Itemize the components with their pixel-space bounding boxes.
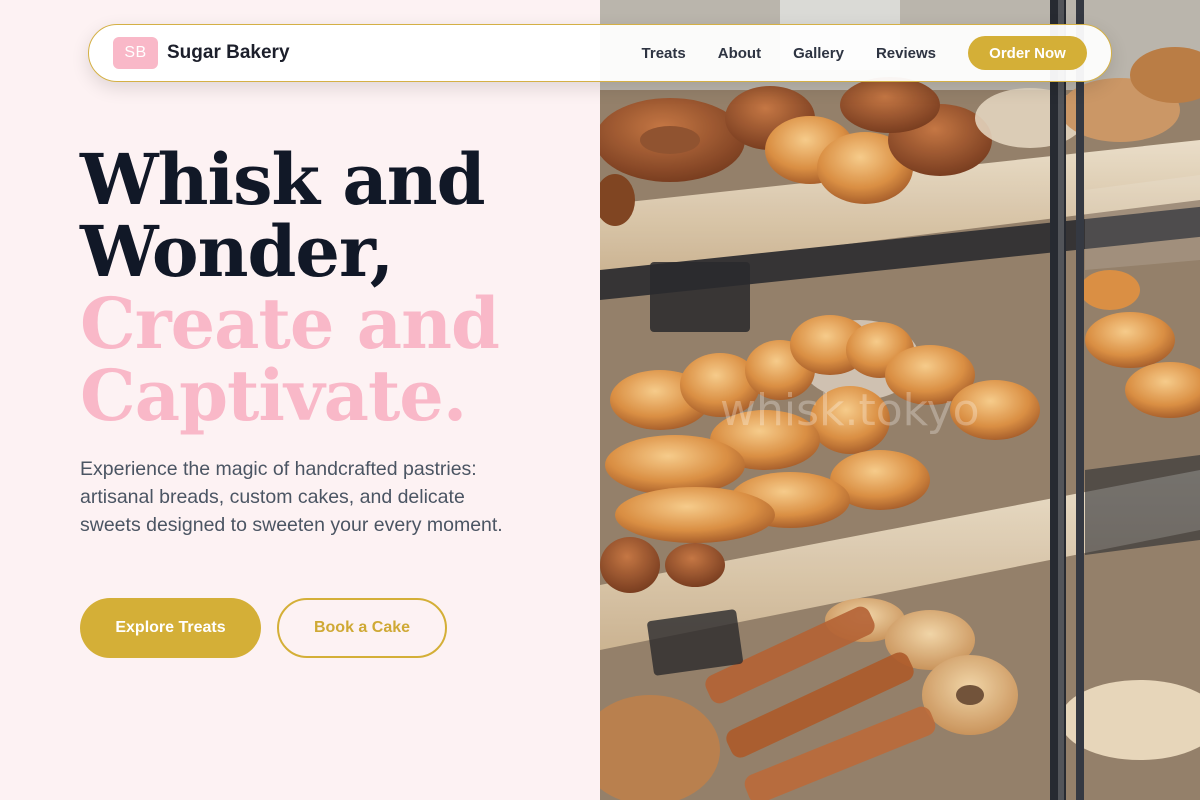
book-a-cake-button[interactable]: Book a Cake xyxy=(277,598,447,658)
nav-link-reviews[interactable]: Reviews xyxy=(876,45,936,62)
brand-name[interactable]: Sugar Bakery xyxy=(167,42,290,64)
top-navigation: SB Sugar Bakery Treats About Gallery Rev… xyxy=(88,24,1112,82)
logo-badge[interactable]: SB xyxy=(113,37,158,69)
hero-bakery-image: whisk.tokyo xyxy=(600,0,1200,800)
bakery-display-case-image: whisk.tokyo xyxy=(600,0,1200,800)
order-now-button[interactable]: Order Now xyxy=(968,36,1087,70)
explore-treats-button[interactable]: Explore Treats xyxy=(80,598,261,658)
hero-description: Experience the magic of handcrafted past… xyxy=(80,458,503,536)
hero-headline: Whisk and Wonder, Create and Captivate. xyxy=(80,138,500,437)
headline-line-4: Captivate. xyxy=(80,354,467,437)
headline-line-3: Create and xyxy=(80,282,500,365)
headline-line-1: Whisk and xyxy=(80,138,486,221)
nav-link-about[interactable]: About xyxy=(718,45,761,62)
nav-links: Treats About Gallery Reviews Order Now xyxy=(642,36,1087,70)
nav-link-treats[interactable]: Treats xyxy=(642,45,686,62)
nav-link-gallery[interactable]: Gallery xyxy=(793,45,844,62)
headline-line-2: Wonder, xyxy=(80,210,394,293)
